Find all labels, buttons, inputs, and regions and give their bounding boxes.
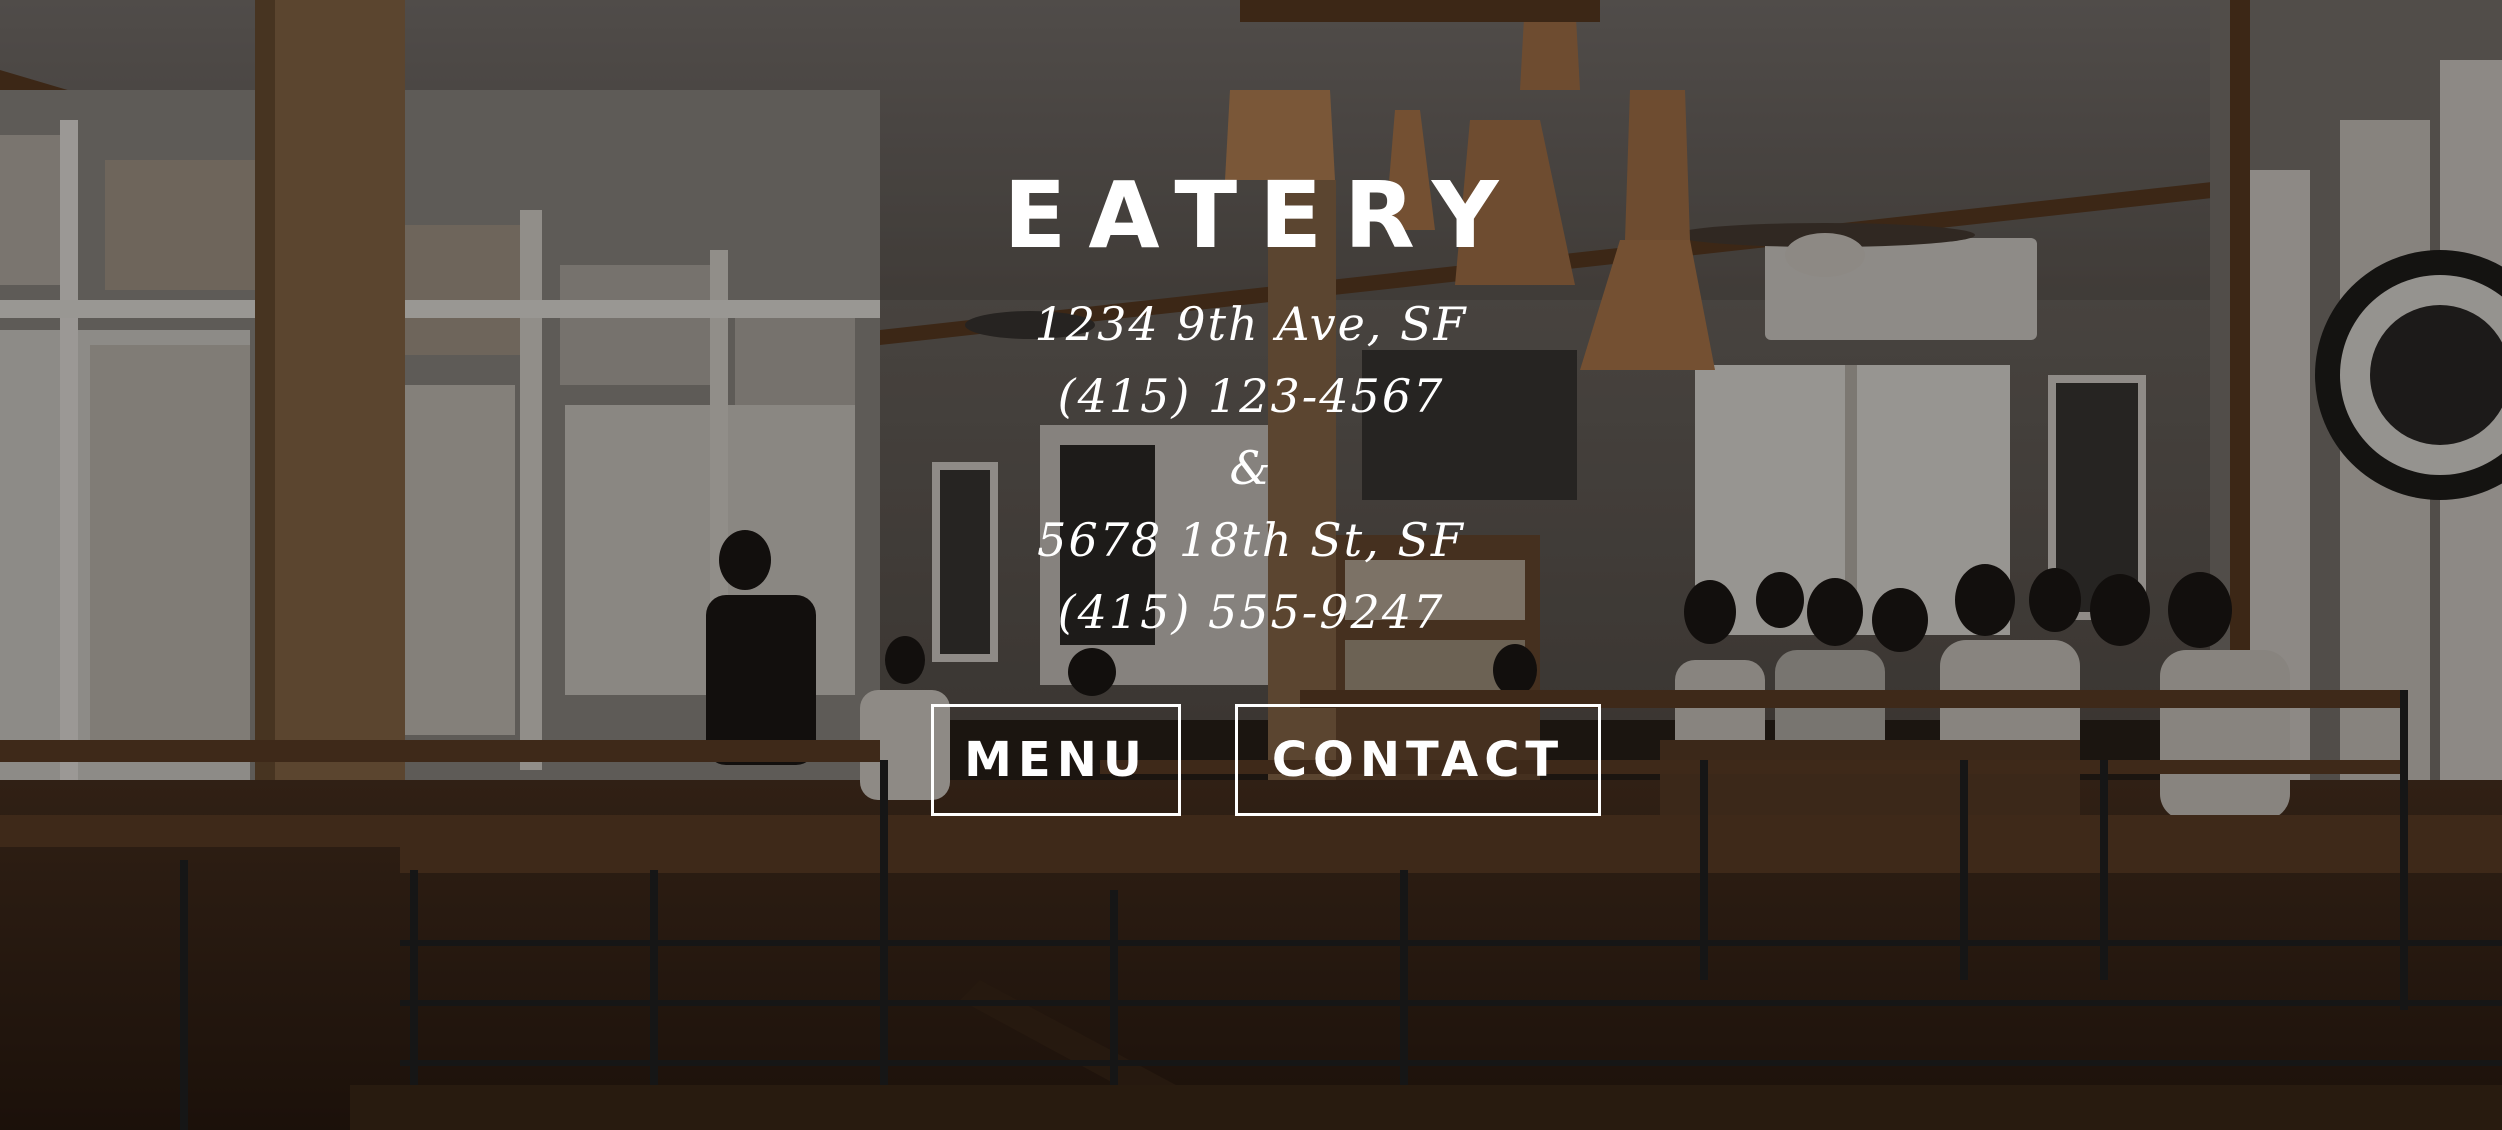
hero-section: EATERY 1234 9th Ave, SF (415) 123-4567 &… [0,0,2502,1130]
location-2-phone: (415) 555-9247 [1057,585,1445,639]
hero-content: EATERY 1234 9th Ave, SF (415) 123-4567 &… [0,0,2502,1130]
brand-title: EATERY [1003,162,1521,269]
location-1-address: 1234 9th Ave, SF [1034,297,1468,351]
location-2-address: 5678 18th St, SF [1037,513,1465,567]
contact-button[interactable]: CONTACT [1235,704,1601,816]
location-info: 1234 9th Ave, SF (415) 123-4567 & 5678 1… [0,288,2502,648]
menu-button[interactable]: MENU [931,704,1181,816]
locations-separator: & [1229,441,1273,495]
location-1-phone: (415) 123-4567 [1057,369,1445,423]
